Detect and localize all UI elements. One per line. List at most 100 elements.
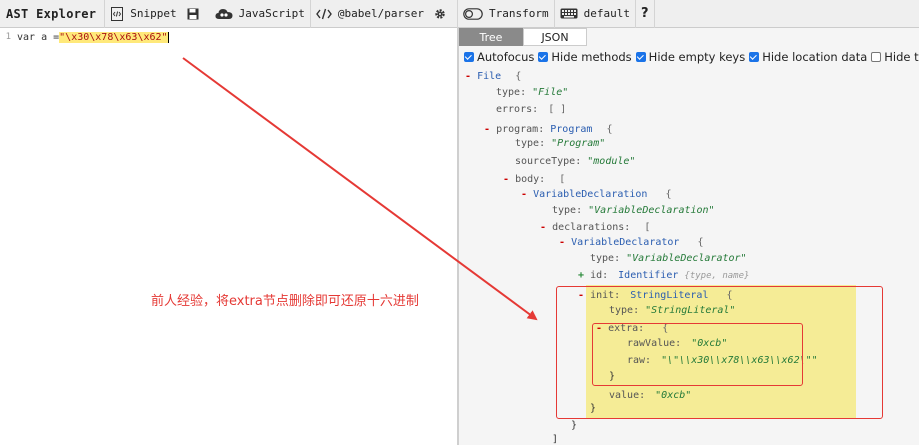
line-number: 1	[5, 32, 11, 42]
prop-value: "\"\\x30\\x78\\x63\\x62\""	[661, 355, 818, 366]
prop-value: "VariableDeclaration"	[588, 205, 715, 216]
tree-prop-type: type: "Program"	[515, 137, 605, 151]
tree-prop-type: type: "File"	[496, 86, 568, 100]
snippet-label: Snippet	[130, 7, 177, 20]
open-brace: {	[726, 290, 733, 301]
snippet-button[interactable]: Snippet	[105, 0, 181, 28]
node-type-name[interactable]: StringLiteral	[630, 290, 708, 301]
tree-node-string-literal[interactable]: - init: StringLiteral {	[578, 289, 733, 303]
tree-node-variable-declarator[interactable]: - VariableDeclarator {	[559, 236, 704, 250]
cloud-icon	[215, 7, 233, 20]
collapse-toggle[interactable]: -	[596, 323, 602, 334]
prop-value: "File"	[532, 87, 569, 98]
tree-prop-type: type: "VariableDeclarator"	[590, 252, 747, 266]
collapse-toggle[interactable]: -	[521, 189, 527, 200]
prop-key: id:	[590, 270, 609, 281]
prop-key: body:	[515, 174, 546, 185]
checkbox-checked-icon[interactable]	[749, 52, 760, 62]
option-label: Hide methods	[551, 50, 632, 64]
tree-prop-declarations[interactable]: - declarations: [	[540, 221, 650, 235]
node-type-name[interactable]: Identifier	[618, 270, 678, 281]
prop-key: type:	[496, 87, 527, 98]
option-label: Hide location data	[762, 50, 868, 64]
parser-button[interactable]: @babel/parser	[311, 0, 429, 28]
collapse-toggle[interactable]: -	[578, 290, 584, 301]
transform-label: Transform	[488, 7, 549, 20]
node-type-name[interactable]: Program	[550, 124, 592, 135]
prop-value: "VariableDeclarator"	[626, 253, 747, 264]
save-icon	[187, 8, 199, 20]
option-label: Hide type keys	[884, 50, 919, 64]
prop-key: rawValue:	[627, 338, 682, 349]
open-brace: {	[665, 189, 672, 200]
prop-value: "module"	[587, 156, 636, 167]
node-type-name[interactable]: File	[477, 71, 501, 82]
node-type-name[interactable]: VariableDeclarator	[571, 237, 679, 248]
tree-node-file[interactable]: - File {	[465, 70, 521, 84]
collapse-toggle[interactable]: -	[559, 237, 565, 248]
declarations-close-bracket: ]	[552, 434, 559, 445]
open-brace: {	[697, 237, 704, 248]
prop-key: raw:	[627, 355, 652, 366]
option-hide-methods[interactable]: Hide methods	[538, 50, 632, 64]
tree-prop-type: type: "VariableDeclaration"	[552, 204, 715, 218]
tab-tree[interactable]: Tree	[459, 28, 523, 46]
gear-icon	[434, 8, 446, 20]
collapse-toggle[interactable]: -	[503, 174, 509, 185]
code-editor[interactable]: 1 var a = "\x30\x78\x63\x62"	[0, 28, 457, 445]
option-hide-location-data[interactable]: Hide location data	[749, 50, 867, 64]
keymap-button[interactable]: default	[555, 0, 635, 28]
parser-settings-button[interactable]	[429, 0, 457, 28]
open-brace: {	[662, 323, 669, 334]
option-label: Hide empty keys	[648, 50, 746, 64]
keyboard-icon	[560, 8, 578, 19]
prop-key: init:	[590, 290, 621, 301]
checkbox-checked-icon[interactable]	[464, 52, 474, 62]
code-prefix: var a =	[17, 31, 60, 43]
collapse-toggle[interactable]: -	[465, 71, 471, 82]
checkbox-checked-icon[interactable]	[635, 52, 646, 62]
open-bracket: [	[644, 222, 651, 233]
tree-node-program[interactable]: - program: Program {	[484, 123, 612, 137]
help-button[interactable]: ?	[636, 0, 654, 28]
app-title: AST Explorer	[6, 6, 97, 21]
language-button[interactable]: JavaScript	[210, 0, 310, 28]
code-brackets-icon	[316, 8, 332, 20]
tree-prop-id[interactable]: + id: Identifier {type, name}	[578, 269, 749, 283]
parser-label: @babel/parser	[337, 7, 424, 20]
node-type-name[interactable]: VariableDeclaration	[533, 189, 647, 200]
option-hide-empty-keys[interactable]: Hide empty keys	[635, 50, 746, 64]
extra-close-brace: }	[609, 371, 616, 382]
tree-prop-value: value: "0xcb"	[609, 389, 691, 403]
checkbox-unchecked-icon[interactable]	[871, 52, 882, 62]
transform-toggle[interactable]: Transform	[458, 0, 554, 28]
save-button[interactable]	[182, 0, 210, 28]
collapse-toggle[interactable]: -	[484, 124, 490, 135]
tree-prop-type: type: "StringLiteral"	[609, 304, 735, 318]
expand-toggle[interactable]: +	[578, 270, 584, 281]
tree-prop-errors: errors: [ ]	[496, 103, 566, 117]
tab-json[interactable]: JSON	[523, 28, 587, 46]
language-label: JavaScript	[238, 7, 305, 20]
output-tabs: Tree JSON	[459, 28, 587, 46]
selected-string-literal[interactable]: "\x30\x78\x63\x62"	[59, 31, 169, 43]
code-line[interactable]: 1 var a = "\x30\x78\x63\x62"	[0, 30, 169, 44]
option-autofocus[interactable]: Autofocus	[464, 50, 534, 64]
keymap-label: default	[583, 7, 630, 20]
prop-key: type:	[609, 305, 640, 316]
prop-key: extra:	[608, 323, 645, 334]
prop-key: declarations:	[552, 222, 631, 233]
code-file-icon	[110, 6, 124, 21]
open-brace: {	[606, 124, 613, 135]
checkbox-checked-icon[interactable]	[538, 52, 549, 62]
tree-prop-extra[interactable]: - extra: {	[596, 322, 668, 336]
tree-prop-raw: raw: "\"\\x30\\x78\\x63\\x62\""	[627, 354, 818, 368]
tree-prop-source-type: sourceType: "module"	[515, 155, 635, 169]
prop-value: "0xcb"	[691, 338, 728, 349]
collapse-toggle[interactable]: -	[540, 222, 546, 233]
tree-prop-body[interactable]: - body: [	[503, 173, 565, 187]
option-hide-type-keys[interactable]: Hide type keys	[871, 50, 919, 64]
open-brace: {	[515, 71, 522, 82]
tree-node-variable-declaration[interactable]: - VariableDeclaration {	[521, 188, 672, 202]
tree-options: Autofocus Hide methods Hide empty keys H…	[464, 49, 919, 65]
